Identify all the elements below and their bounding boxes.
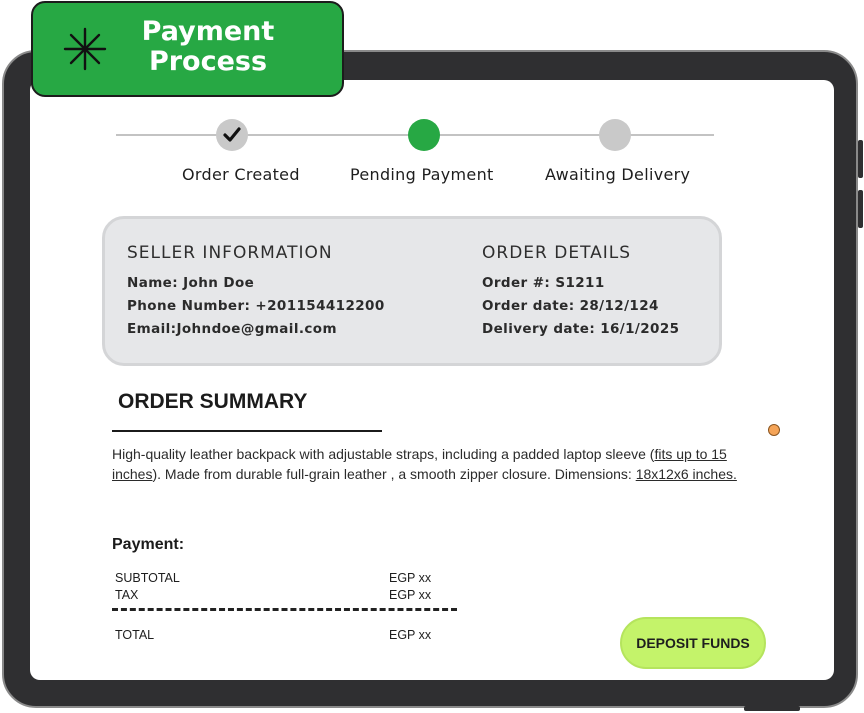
seller-phone: Phone Number: +201154412200 bbox=[127, 298, 385, 314]
step-label-awaiting-delivery: Awaiting Delivery bbox=[545, 165, 691, 184]
subtotal-label: SUBTOTAL bbox=[115, 571, 180, 585]
delivery-date: Delivery date: 16/1/2025 bbox=[482, 321, 680, 337]
order-summary-title: ORDER SUMMARY bbox=[118, 390, 308, 413]
seller-info-heading: SELLER INFORMATION bbox=[127, 243, 333, 263]
status-dot bbox=[768, 424, 780, 436]
deposit-funds-button[interactable]: DEPOSIT FUNDS bbox=[620, 617, 766, 669]
step-awaiting-delivery-dot bbox=[599, 119, 631, 151]
info-card: SELLER INFORMATION Name: John Doe Phone … bbox=[102, 216, 722, 366]
tablet-side-button bbox=[858, 190, 863, 228]
seller-email: Email:Johndoe@gmail.com bbox=[127, 321, 337, 337]
asterisk-icon bbox=[63, 27, 107, 71]
payment-title: Payment: bbox=[112, 536, 185, 553]
order-number: Order #: S1211 bbox=[482, 275, 605, 291]
summary-divider bbox=[112, 430, 382, 432]
step-label-order-created: Order Created bbox=[182, 165, 300, 184]
tablet-bottom-button bbox=[744, 706, 800, 711]
tax-value: EGP xx bbox=[389, 588, 432, 602]
order-date: Order date: 28/12/124 bbox=[482, 298, 659, 314]
step-label-pending-payment: Pending Payment bbox=[350, 165, 494, 184]
step-pending-payment-dot bbox=[408, 119, 440, 151]
dimensions-link[interactable]: 18x12x6 inches. bbox=[636, 466, 737, 482]
tax-label: TAX bbox=[115, 588, 139, 602]
seller-name: Name: John Doe bbox=[127, 275, 255, 291]
order-details-heading: ORDER DETAILS bbox=[482, 243, 632, 263]
product-description: High-quality leather backpack with adjus… bbox=[112, 444, 772, 484]
total-divider bbox=[112, 608, 457, 611]
description-text: ). Made from durable full-grain leather … bbox=[152, 466, 636, 482]
total-label: TOTAL bbox=[115, 628, 155, 642]
payment-process-badge: Payment Process bbox=[31, 1, 344, 97]
subtotal-value: EGP xx bbox=[389, 571, 432, 585]
step-order-created-dot bbox=[216, 119, 248, 151]
screen: Order Created Pending Payment Awaiting D… bbox=[30, 80, 834, 680]
tablet-side-button bbox=[858, 140, 863, 178]
badge-title: Payment Process bbox=[141, 16, 275, 77]
total-value: EGP xx bbox=[389, 628, 432, 642]
description-text: High-quality leather backpack with adjus… bbox=[112, 446, 655, 462]
checkmark-icon bbox=[223, 127, 241, 142]
